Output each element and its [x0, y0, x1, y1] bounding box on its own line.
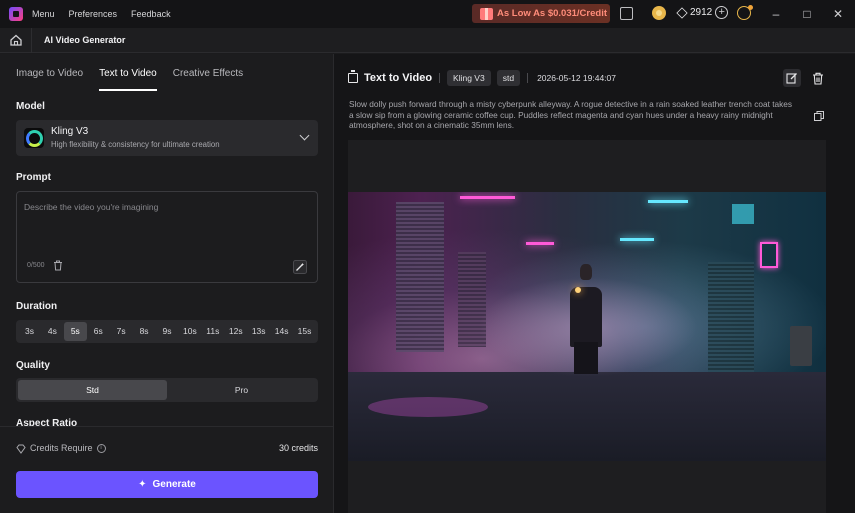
quality-option-pro[interactable]: Pro [167, 380, 316, 400]
generate-button[interactable]: ✦ Generate [16, 471, 318, 498]
quality-chip: std [496, 70, 521, 86]
gem-count: 2912 [690, 7, 713, 18]
result-title: Text to Video [364, 72, 433, 84]
chevron-down-icon [299, 130, 310, 141]
duration-option[interactable]: 9s [156, 322, 179, 341]
video-scene-shutter [396, 202, 444, 352]
video-scene-figure [580, 264, 592, 280]
duration-option-selected[interactable]: 5s [63, 322, 87, 341]
copy-icon[interactable] [814, 110, 824, 121]
model-selector[interactable]: Kling V3 High flexibility & consistency … [16, 120, 318, 156]
video-scene-puddle [368, 397, 488, 417]
chat-icon[interactable] [620, 7, 633, 20]
duration-selector: 3s 4s 5s 6s 7s 8s 9s 10s 11s 12s 13s 14s… [16, 320, 318, 343]
duration-option[interactable]: 8s [133, 322, 156, 341]
title-bar: Menu Preferences Feedback As Low As $0.0… [0, 0, 855, 28]
gift-icon [480, 7, 493, 20]
gem-icon [676, 6, 688, 19]
quality-label: Quality [16, 360, 50, 371]
maximize-icon[interactable]: □ [795, 4, 819, 24]
video-scene-figure [570, 287, 602, 347]
generate-label: Generate [152, 479, 196, 490]
duration-option[interactable]: 6s [87, 322, 110, 341]
coin-icon[interactable] [652, 6, 666, 20]
duration-option[interactable]: 3s [18, 322, 41, 341]
app-logo [9, 7, 23, 21]
video-scene-sign [732, 204, 754, 224]
menu-preferences[interactable]: Preferences [69, 9, 118, 19]
video-scene-neon [648, 200, 688, 203]
add-credits-button[interactable]: + [715, 6, 729, 19]
video-icon [348, 70, 358, 83]
quality-option-std[interactable]: Std [18, 380, 167, 400]
result-header: Text to Video Kling V3 std 2026-05-12 19… [348, 70, 616, 86]
result-description: Slow dolly push forward through a misty … [349, 99, 793, 130]
duration-option[interactable]: 7s [110, 322, 133, 341]
divider [31, 27, 32, 53]
video-scene-cup [575, 287, 581, 293]
mode-tabs: Image to Video Text to Video Creative Ef… [16, 68, 259, 91]
clear-prompt-icon[interactable] [53, 260, 63, 271]
close-icon[interactable]: ✕ [826, 4, 850, 24]
model-chip: Kling V3 [447, 70, 491, 86]
duration-option[interactable]: 15s [293, 322, 316, 341]
duration-option[interactable]: 11s [201, 322, 224, 341]
quality-selector: Std Pro [16, 378, 318, 402]
duration-option[interactable]: 4s [41, 322, 64, 341]
video-scene-barrel [790, 326, 812, 366]
promo-text: As Low As $0.031/Credit [497, 8, 607, 19]
tab-creative-effects[interactable]: Creative Effects [173, 68, 243, 91]
kling-logo-icon [24, 128, 44, 148]
video-scene-shutter [708, 262, 754, 372]
duration-option[interactable]: 13s [247, 322, 270, 341]
sub-header: AI Video Generator [0, 27, 855, 53]
prompt-label: Prompt [16, 172, 51, 183]
video-scene-sign [760, 242, 778, 268]
model-label: Model [16, 101, 45, 112]
left-panel: Image to Video Text to Video Creative Ef… [0, 54, 333, 513]
menu-feedback[interactable]: Feedback [131, 9, 171, 19]
credits-value: 30 credits [278, 443, 318, 453]
info-icon[interactable]: i [96, 443, 106, 453]
duration-option[interactable]: 14s [270, 322, 293, 341]
credit-gem-icon [16, 443, 26, 454]
credit-balance: 2912 + [676, 6, 729, 19]
video-scene-figure [574, 342, 598, 374]
video-scene-neon [526, 242, 554, 245]
video-player[interactable] [348, 140, 826, 513]
model-description: High flexibility & consistency for ultim… [51, 140, 220, 149]
duration-option[interactable]: 12s [224, 322, 247, 341]
video-scene-neon [620, 238, 654, 241]
model-name: Kling V3 [51, 126, 89, 137]
home-icon[interactable] [9, 33, 23, 47]
magic-wand-icon[interactable] [293, 260, 307, 274]
video-scene-neon [460, 196, 515, 199]
divider [439, 73, 441, 83]
duration-label: Duration [16, 301, 58, 312]
menu-menu[interactable]: Menu [32, 9, 55, 19]
generate-footer: Credits Require i 30 credits ✦ Generate [0, 426, 333, 513]
prompt-input[interactable] [24, 202, 309, 252]
tab-text-to-video[interactable]: Text to Video [99, 68, 157, 91]
user-icon[interactable] [737, 5, 753, 20]
credits-label: Credits Require [30, 443, 93, 453]
char-count: 0/500 [27, 262, 45, 269]
sparkle-icon: ✦ [138, 479, 147, 490]
generated-video[interactable] [348, 192, 826, 461]
promo-banner[interactable]: As Low As $0.031/Credit [472, 4, 610, 23]
minimize-icon[interactable]: – [764, 4, 788, 24]
result-timestamp: 2026-05-12 19:44:07 [537, 73, 616, 83]
credits-row: Credits Require i 30 credits [16, 443, 318, 454]
divider [527, 73, 529, 83]
result-panel: Text to Video Kling V3 std 2026-05-12 19… [333, 54, 855, 513]
delete-icon[interactable] [809, 69, 827, 87]
prompt-box: 0/500 [16, 191, 318, 283]
tab-image-to-video[interactable]: Image to Video [16, 68, 83, 91]
page-title: AI Video Generator [44, 35, 126, 45]
edit-icon[interactable] [783, 69, 801, 87]
duration-option[interactable]: 10s [178, 322, 201, 341]
